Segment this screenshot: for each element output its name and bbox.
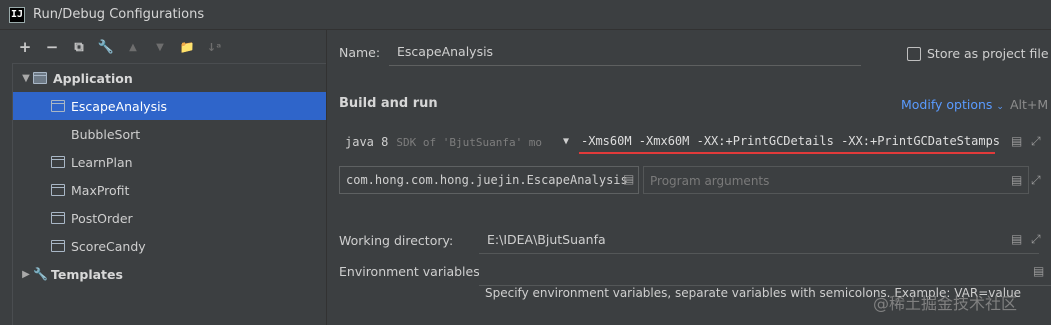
environment-variables-label: Environment variables: <box>339 264 484 279</box>
intellij-app-icon: IJ <box>9 6 25 23</box>
configurations-sidebar: + − ⧉ 🔧 ▲ ▼ 📁 ↓ᵃ ▼ Application EscapeAna… <box>0 30 327 325</box>
fullscreen-icon[interactable]: ⤢ <box>1031 173 1041 188</box>
jre-select-value: java 8 <box>345 135 389 149</box>
tree-group-templates[interactable]: ▶ 🔧 Templates <box>13 260 326 288</box>
folder-button[interactable]: 📁 <box>178 38 196 56</box>
configurations-tree: ▼ Application EscapeAnalysis BubbleSort … <box>12 63 326 325</box>
tree-item-bubblesort[interactable]: BubbleSort <box>13 120 326 148</box>
jre-select-hint: SDK of 'BjutSuanfa' mo <box>396 135 543 149</box>
application-icon <box>51 156 65 168</box>
working-directory-label: Working directory: <box>339 233 454 248</box>
chevron-right-icon[interactable]: ▶ <box>19 269 33 280</box>
move-down-button[interactable]: ▼ <box>151 38 169 56</box>
fullscreen-icon[interactable]: ⤢ <box>1031 134 1041 149</box>
red-underline-annotation <box>579 152 995 154</box>
tree-item-postorder[interactable]: PostOrder <box>13 204 326 232</box>
move-up-icon: ▲ <box>129 41 137 53</box>
section-title: Build and run <box>339 96 438 111</box>
application-icon <box>51 100 65 112</box>
tree-item-label: ScoreCandy <box>71 238 146 254</box>
name-label: Name: <box>339 45 381 60</box>
tree-item-label: MaxProfit <box>71 182 130 198</box>
edit-env-icon[interactable]: ▤ <box>1033 264 1044 278</box>
chevron-down-icon: ⌄ <box>996 102 1004 112</box>
chevron-down-icon: ▼ <box>559 136 569 147</box>
sidebar-toolbar: + − ⧉ 🔧 ▲ ▼ 📁 ↓ᵃ <box>0 30 326 64</box>
tree-item-escapeanalysis[interactable]: EscapeAnalysis <box>13 92 326 120</box>
tree-group-application[interactable]: ▼ Application <box>13 64 326 92</box>
application-icon <box>51 212 65 224</box>
minus-icon: − <box>45 38 59 56</box>
tree-group-label: Application <box>53 70 133 86</box>
modify-options-link[interactable]: Modify options ⌄ <box>901 97 1004 112</box>
remove-configuration-button[interactable]: − <box>43 38 61 56</box>
tree-group-label: Templates <box>51 266 123 282</box>
modify-options-shortcut: Alt+M <box>1010 97 1049 112</box>
store-as-project-file-checkbox[interactable] <box>907 47 921 61</box>
expand-field-icon[interactable]: ▤ <box>1011 134 1022 148</box>
wrench-icon: 🔧 <box>33 267 48 281</box>
watermark: @稀土掘金技术社区 <box>873 294 1018 313</box>
title-bar: IJ Run/Debug Configurations <box>0 0 1051 30</box>
move-up-button[interactable]: ▲ <box>124 38 142 56</box>
program-arguments-input[interactable]: Program arguments <box>643 166 1029 194</box>
browse-class-icon[interactable]: ▤ <box>623 172 634 186</box>
copy-configuration-button[interactable]: ⧉ <box>70 38 88 56</box>
tree-item-label: EscapeAnalysis <box>71 98 168 114</box>
name-input[interactable]: EscapeAnalysis <box>389 38 861 66</box>
folder-icon: 📁 <box>179 40 195 54</box>
tree-item-label: BubbleSort <box>71 126 141 142</box>
application-icon <box>51 184 65 196</box>
macros-icon[interactable]: ⤢ <box>1031 232 1041 247</box>
jre-select[interactable]: java 8 SDK of 'BjutSuanfa' mo ▼ <box>339 128 571 156</box>
sort-icon: ↓ᵃ <box>206 40 222 54</box>
browse-folder-icon[interactable]: ▤ <box>1011 232 1022 246</box>
modify-options-label: Modify options <box>901 97 993 112</box>
application-icon <box>51 240 65 252</box>
move-down-icon: ▼ <box>156 41 164 53</box>
tree-item-scorecandy[interactable]: ScoreCandy <box>13 232 326 260</box>
window-title: Run/Debug Configurations <box>33 7 205 22</box>
tree-item-maxprofit[interactable]: MaxProfit <box>13 176 326 204</box>
environment-variables-input[interactable] <box>479 258 1051 286</box>
tree-item-label: LearnPlan <box>71 154 133 170</box>
sort-button[interactable]: ↓ᵃ <box>205 38 223 56</box>
working-directory-input[interactable]: E:\IDEA\BjutSuanfa <box>479 226 1039 254</box>
copy-icon: ⧉ <box>74 39 84 55</box>
expand-field-icon[interactable]: ▤ <box>1011 173 1022 187</box>
main-class-input[interactable]: com.hong.com.hong.juejin.EscapeAnalysis <box>339 166 639 194</box>
tree-item-label: PostOrder <box>71 210 133 226</box>
tree-item-learnplan[interactable]: LearnPlan <box>13 148 326 176</box>
plus-icon: + <box>18 38 32 56</box>
chevron-down-icon[interactable]: ▼ <box>19 73 33 84</box>
add-configuration-button[interactable]: + <box>16 38 34 56</box>
store-as-project-file-label[interactable]: Store as project file <box>927 46 1049 61</box>
configuration-form: Name: EscapeAnalysis Store as project fi… <box>327 30 1051 325</box>
edit-templates-button[interactable]: 🔧 <box>97 38 115 56</box>
application-icon <box>33 72 47 84</box>
wrench-icon: 🔧 <box>97 39 115 55</box>
